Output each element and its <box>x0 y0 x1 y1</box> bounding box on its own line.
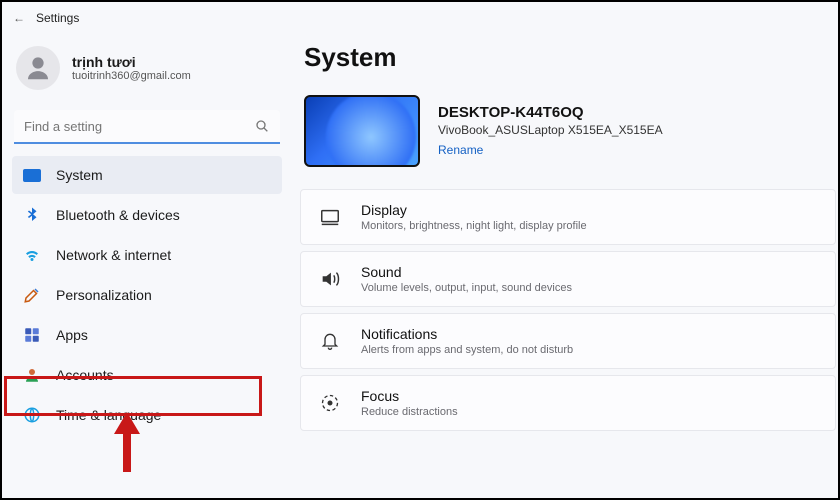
search-input[interactable] <box>14 110 280 144</box>
profile-text: trịnh tươi tuoitrinh360@gmail.com <box>72 54 191 82</box>
card-title: Notifications <box>361 326 573 342</box>
sidebar-item-system[interactable]: System <box>12 156 282 194</box>
person-icon <box>23 53 53 83</box>
card-focus[interactable]: Focus Reduce distractions <box>300 375 836 431</box>
display-icon <box>317 206 343 228</box>
bell-icon <box>317 331 343 351</box>
sidebar-item-apps[interactable]: Apps <box>12 316 282 354</box>
sidebar-item-label: System <box>56 167 103 183</box>
wifi-icon <box>22 245 42 265</box>
page-title: System <box>304 42 838 73</box>
sidebar-item-label: Time & language <box>56 407 161 423</box>
device-thumbnail <box>304 95 420 167</box>
accounts-icon <box>22 365 42 385</box>
device-block: DESKTOP-K44T6OQ VivoBook_ASUSLaptop X515… <box>304 95 838 167</box>
sidebar-item-personalization[interactable]: Personalization <box>12 276 282 314</box>
sidebar-item-label: Network & internet <box>56 247 171 263</box>
sidebar-item-network[interactable]: Network & internet <box>12 236 282 274</box>
card-text: Notifications Alerts from apps and syste… <box>361 326 573 356</box>
search-icon <box>254 118 270 139</box>
app-title: Settings <box>36 11 79 25</box>
globe-icon <box>22 405 42 425</box>
nav-list: System Bluetooth & devices Network & int… <box>12 156 282 434</box>
card-desc: Reduce distractions <box>361 406 458 418</box>
main-content: System DESKTOP-K44T6OQ VivoBook_ASUSLapt… <box>292 34 838 498</box>
card-text: Display Monitors, brightness, night ligh… <box>361 202 587 232</box>
card-desc: Alerts from apps and system, do not dist… <box>361 344 573 356</box>
sidebar-item-bluetooth[interactable]: Bluetooth & devices <box>12 196 282 234</box>
profile-email: tuoitrinh360@gmail.com <box>72 70 191 82</box>
profile-block[interactable]: trịnh tươi tuoitrinh360@gmail.com <box>12 42 282 104</box>
sidebar-item-label: Apps <box>56 327 88 343</box>
monitor-icon <box>22 165 42 185</box>
card-title: Display <box>361 202 587 218</box>
card-title: Sound <box>361 264 572 280</box>
card-text: Sound Volume levels, output, input, soun… <box>361 264 572 294</box>
settings-card-list: Display Monitors, brightness, night ligh… <box>300 189 838 431</box>
device-name: DESKTOP-K44T6OQ <box>438 104 663 121</box>
apps-icon <box>22 325 42 345</box>
sidebar-item-label: Personalization <box>56 287 152 303</box>
back-icon[interactable]: ← <box>10 11 28 25</box>
settings-window: ← Settings trịnh tươi tuoitrinh360@gmail… <box>0 0 840 500</box>
device-model: VivoBook_ASUSLaptop X515EA_X515EA <box>438 123 663 137</box>
titlebar: ← Settings <box>2 2 838 34</box>
window-body: trịnh tươi tuoitrinh360@gmail.com System <box>2 34 838 498</box>
avatar <box>16 46 60 90</box>
bluetooth-icon <box>22 205 42 225</box>
search-container <box>14 110 280 144</box>
sidebar-item-label: Bluetooth & devices <box>56 207 180 223</box>
card-text: Focus Reduce distractions <box>361 388 458 418</box>
rename-link[interactable]: Rename <box>438 143 483 157</box>
card-desc: Volume levels, output, input, sound devi… <box>361 282 572 294</box>
card-desc: Monitors, brightness, night light, displ… <box>361 220 587 232</box>
sidebar-item-label: Accounts <box>56 367 114 383</box>
brush-icon <box>22 285 42 305</box>
card-notifications[interactable]: Notifications Alerts from apps and syste… <box>300 313 836 369</box>
card-display[interactable]: Display Monitors, brightness, night ligh… <box>300 189 836 245</box>
device-info: DESKTOP-K44T6OQ VivoBook_ASUSLaptop X515… <box>438 104 663 159</box>
card-title: Focus <box>361 388 458 404</box>
profile-name: trịnh tươi <box>72 54 191 70</box>
card-sound[interactable]: Sound Volume levels, output, input, soun… <box>300 251 836 307</box>
sidebar: trịnh tươi tuoitrinh360@gmail.com System <box>2 34 292 498</box>
focus-icon <box>317 393 343 413</box>
sidebar-item-time-language[interactable]: Time & language <box>12 396 282 434</box>
sound-icon <box>317 268 343 290</box>
sidebar-item-accounts[interactable]: Accounts <box>12 356 282 394</box>
